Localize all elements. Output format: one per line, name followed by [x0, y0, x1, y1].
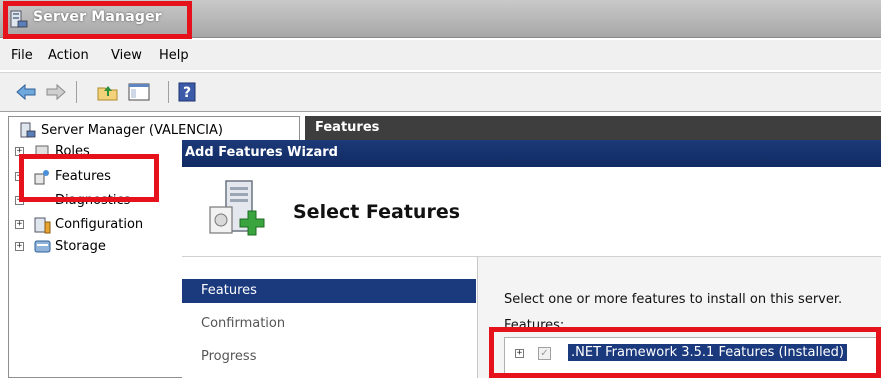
tree-item-label: Configuration — [55, 217, 144, 232]
toolbar: ? — [0, 72, 881, 112]
svg-text:?: ? — [183, 85, 191, 101]
toolbar-separator — [76, 81, 77, 103]
tree-root-label: Server Manager (VALENCIA) — [41, 123, 223, 138]
wizard-banner-title: Select Features — [293, 201, 461, 223]
up-folder-icon[interactable] — [96, 81, 120, 103]
step-progress[interactable]: Progress — [182, 345, 476, 369]
wizard-steps: Features Confirmation Progress — [182, 257, 478, 378]
net-framework-highlight-box — [489, 327, 881, 378]
configuration-icon — [34, 217, 51, 234]
add-features-icon — [209, 180, 265, 236]
step-features[interactable]: Features — [182, 279, 476, 303]
tree-item-label: Storage — [55, 239, 106, 254]
wizard-title-bar[interactable]: Add Features Wizard — [182, 140, 881, 167]
title-highlight-box — [3, 1, 192, 39]
server-manager-icon — [20, 122, 36, 138]
instruction-text: Select one or more features to install o… — [504, 292, 843, 307]
expand-icon[interactable]: + — [15, 242, 24, 251]
toolbar-separator — [168, 81, 169, 103]
menu-view[interactable]: View — [111, 48, 142, 63]
menu-action[interactable]: Action — [48, 48, 89, 63]
menu-help[interactable]: Help — [159, 48, 189, 63]
wizard-banner: Select Features — [182, 167, 881, 257]
forward-arrow-icon[interactable] — [44, 81, 68, 103]
details-header: Features — [305, 116, 881, 140]
menu-bar: File Action View Help — [0, 40, 881, 70]
expand-icon[interactable]: + — [15, 220, 24, 229]
wizard-title: Add Features Wizard — [185, 145, 338, 160]
back-arrow-icon[interactable] — [14, 81, 38, 103]
step-confirmation[interactable]: Confirmation — [182, 312, 476, 336]
details-title: Features — [315, 120, 380, 135]
menu-file[interactable]: File — [11, 48, 33, 63]
storage-icon — [34, 240, 51, 253]
features-highlight-box — [19, 154, 159, 202]
show-hide-console-tree-icon[interactable] — [127, 81, 151, 103]
help-icon[interactable]: ? — [176, 81, 200, 103]
